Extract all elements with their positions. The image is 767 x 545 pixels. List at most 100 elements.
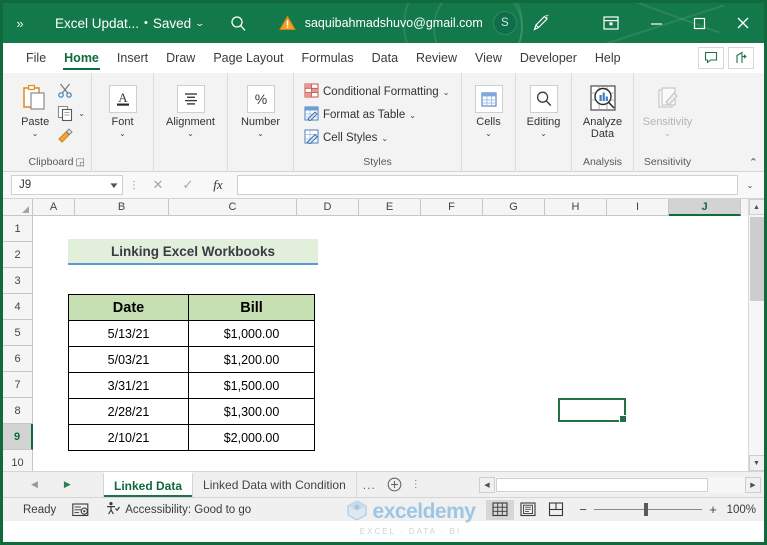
number-caret[interactable]: ⌄ xyxy=(257,129,264,139)
cell-bill[interactable]: $1,300.00 xyxy=(188,398,315,425)
cancel-x-icon[interactable]: ✕ xyxy=(145,175,171,195)
copy-caret[interactable]: ⌄ xyxy=(77,109,85,118)
quick-access-toolbar-chevron[interactable]: » xyxy=(3,16,37,31)
vertical-scroll-thumb[interactable] xyxy=(749,217,764,301)
alignment-caret[interactable]: ⌄ xyxy=(187,129,194,139)
column-header-d[interactable]: D xyxy=(297,199,359,216)
ribbon-display-options-icon[interactable] xyxy=(587,3,635,43)
collapse-ribbon-button[interactable]: ⌃ xyxy=(749,156,758,169)
formula-input[interactable] xyxy=(237,175,738,195)
tab-formulas[interactable]: Formulas xyxy=(293,43,363,72)
table-row[interactable]: 5/03/21 $1,200.00 xyxy=(68,346,315,373)
tab-insert[interactable]: Insert xyxy=(108,43,157,72)
row-header-4[interactable]: 4 xyxy=(3,294,33,320)
cell-bill[interactable]: $2,000.00 xyxy=(188,424,315,451)
row-header-8[interactable]: 8 xyxy=(3,398,33,424)
row-header-3[interactable]: 3 xyxy=(3,268,33,294)
cell-bill[interactable]: $1,200.00 xyxy=(188,346,315,373)
tab-draw[interactable]: Draw xyxy=(157,43,204,72)
horizontal-scroll-thumb[interactable] xyxy=(496,477,708,492)
cell-date[interactable]: 5/13/21 xyxy=(68,320,189,347)
comment-icon[interactable] xyxy=(698,46,724,69)
format-as-table-button[interactable]: Format as Table ⌄ xyxy=(300,104,453,126)
warning-icon[interactable] xyxy=(278,15,296,31)
scroll-down-button[interactable]: ▼ xyxy=(748,455,764,471)
cell-date[interactable]: 3/31/21 xyxy=(68,372,189,399)
row-header-5[interactable]: 5 xyxy=(3,320,33,346)
search-icon[interactable] xyxy=(230,15,247,32)
minimize-button[interactable] xyxy=(635,3,678,43)
row-header-2[interactable]: 2 xyxy=(3,242,33,268)
column-header-j[interactable]: J xyxy=(669,199,741,216)
table-row[interactable]: 3/31/21 $1,500.00 xyxy=(68,372,315,399)
sheet-tab-linked-data-with-condition[interactable]: Linked Data with Condition xyxy=(193,472,357,497)
sheet-tab-linked-data[interactable]: Linked Data xyxy=(103,472,194,497)
row-header-10[interactable]: 10 xyxy=(3,450,33,471)
close-button[interactable] xyxy=(721,3,764,43)
editing-button[interactable]: Editing ⌄ xyxy=(522,77,565,139)
zoom-level-value[interactable]: 100% xyxy=(726,504,760,516)
paste-caret[interactable]: ⌄ xyxy=(32,129,39,139)
zoom-slider-thumb[interactable] xyxy=(644,503,648,516)
record-macro-icon[interactable] xyxy=(64,500,97,520)
maximize-button[interactable] xyxy=(678,3,721,43)
column-header-i[interactable]: I xyxy=(607,199,669,216)
conditional-formatting-caret[interactable]: ⌄ xyxy=(443,88,450,97)
paste-button[interactable]: Paste ⌄ xyxy=(17,77,53,139)
row-header-9[interactable]: 9 xyxy=(3,424,33,450)
name-box[interactable]: J9 ▼ xyxy=(11,175,123,195)
cell-date[interactable]: 2/10/21 xyxy=(68,424,189,451)
cells-caret[interactable]: ⌄ xyxy=(485,129,492,139)
editing-caret[interactable]: ⌄ xyxy=(540,129,547,139)
zoom-slider-track[interactable] xyxy=(594,503,702,516)
horizontal-scroll-track[interactable] xyxy=(495,476,745,493)
format-as-table-caret[interactable]: ⌄ xyxy=(409,111,416,120)
cell-date[interactable]: 2/28/21 xyxy=(68,398,189,425)
alignment-button[interactable]: Alignment ⌄ xyxy=(160,77,221,139)
tab-developer[interactable]: Developer xyxy=(511,43,586,72)
chevron-down-icon[interactable]: ▼ xyxy=(108,181,120,190)
format-painter-icon[interactable] xyxy=(53,126,77,147)
column-header-f[interactable]: F xyxy=(421,199,483,216)
zoom-out-button[interactable]: − xyxy=(578,502,588,517)
tab-home[interactable]: Home xyxy=(55,43,108,72)
share-icon[interactable] xyxy=(728,46,754,69)
tab-data[interactable]: Data xyxy=(363,43,407,72)
tab-help[interactable]: Help xyxy=(586,43,630,72)
tab-view[interactable]: View xyxy=(466,43,511,72)
cell-styles-caret[interactable]: ⌄ xyxy=(381,134,388,143)
cells-area[interactable]: Linking Excel Workbooks Date Bill 5/13/2… xyxy=(33,216,748,471)
horizontal-scrollbar[interactable]: ◀ ▶ xyxy=(479,472,764,497)
chevron-down-icon[interactable]: ⌄ xyxy=(195,18,206,29)
sheet-tabs-ellipsis[interactable]: ... xyxy=(357,472,382,497)
ink-pen-icon[interactable] xyxy=(531,14,550,33)
table-row[interactable]: 5/13/21 $1,000.00 xyxy=(68,320,315,347)
enter-check-icon[interactable]: ✓ xyxy=(175,175,201,195)
hscroll-right-button[interactable]: ▶ xyxy=(745,476,761,493)
column-header-a[interactable]: A xyxy=(33,199,75,216)
page-break-icon[interactable] xyxy=(542,500,570,520)
column-header-b[interactable]: B xyxy=(75,199,169,216)
zoom-control[interactable]: − + xyxy=(570,502,726,517)
tab-file[interactable]: File xyxy=(17,43,55,72)
document-title-group[interactable]: Excel Updat... • Saved ⌄ xyxy=(55,16,206,31)
column-header-g[interactable]: G xyxy=(483,199,545,216)
sheet-tab-dots[interactable]: ⋮ xyxy=(407,472,425,497)
column-header-h[interactable]: H xyxy=(545,199,607,216)
table-row[interactable]: 2/10/21 $2,000.00 xyxy=(68,424,315,451)
font-button[interactable]: A Font ⌄ xyxy=(98,77,147,139)
scissors-icon[interactable] xyxy=(53,80,77,101)
row-header-6[interactable]: 6 xyxy=(3,346,33,372)
cell-bill[interactable]: $1,000.00 xyxy=(188,320,315,347)
account-email[interactable]: saquibahmadshuvo@gmail.com xyxy=(305,16,483,30)
conditional-formatting-button[interactable]: Conditional Formatting ⌄ xyxy=(300,81,453,103)
column-header-c[interactable]: C xyxy=(169,199,297,216)
plus-circle-icon[interactable] xyxy=(382,472,407,497)
insert-function-icon[interactable]: fx xyxy=(205,175,231,195)
zoom-in-button[interactable]: + xyxy=(708,502,718,517)
tab-review[interactable]: Review xyxy=(407,43,466,72)
hscroll-left-button[interactable]: ◀ xyxy=(479,476,495,493)
tab-page-layout[interactable]: Page Layout xyxy=(204,43,292,72)
select-all-corner[interactable] xyxy=(3,199,33,216)
cell-date[interactable]: 5/03/21 xyxy=(68,346,189,373)
